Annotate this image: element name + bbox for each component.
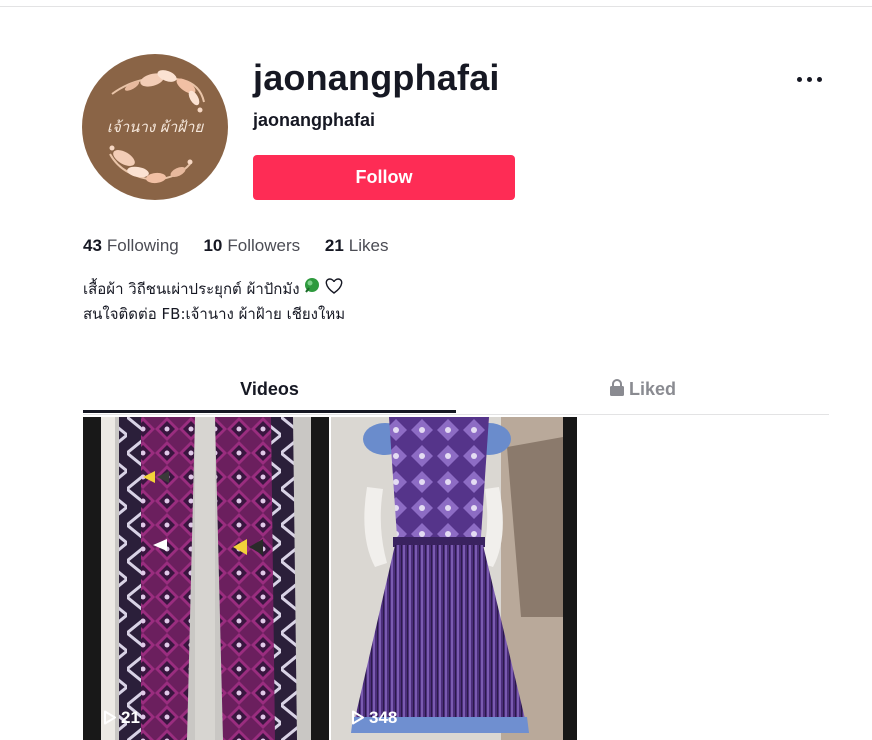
bio-line-1-text: เสื้อผ้า วิถีชนเผ่าประยุกต์ ผ้าปักมัง xyxy=(83,280,300,298)
avatar-logo-text: เจ้านาง ผ้าฝ้าย xyxy=(106,118,204,136)
play-icon xyxy=(104,710,116,725)
followers-stat[interactable]: 10 Followers xyxy=(203,236,300,256)
followers-label: Followers xyxy=(227,236,301,255)
video-view-count: 348 xyxy=(351,708,397,728)
tab-videos[interactable]: Videos xyxy=(83,370,456,413)
video-card[interactable]: 348 xyxy=(331,417,577,740)
profile-nickname: jaonangphafai xyxy=(253,110,376,130)
active-tab-indicator xyxy=(83,410,456,413)
follow-button[interactable]: Follow xyxy=(253,155,515,200)
video-thumbnail xyxy=(331,417,577,740)
top-divider xyxy=(0,6,872,7)
likes-stat: 21 Likes xyxy=(325,236,389,256)
profile-username: jaonangphafai xyxy=(253,57,500,98)
likes-count: 21 xyxy=(324,236,344,255)
video-views: 21 xyxy=(121,708,140,727)
tab-videos-label: Videos xyxy=(240,379,299,399)
profile-stats: 43 Following 10 Followers 21 Likes xyxy=(83,236,408,256)
avatar[interactable]: เจ้านาง ผ้าฝ้าย xyxy=(82,54,228,200)
green-pin-heart-icon xyxy=(305,278,343,294)
more-options-icon[interactable] xyxy=(790,66,830,92)
lock-icon xyxy=(609,379,624,396)
following-label: Following xyxy=(106,236,179,255)
bio-line-1: เสื้อผ้า วิถีชนเผ่าประยุกต์ ผ้าปักมัง xyxy=(83,276,345,303)
tab-liked-label: Liked xyxy=(628,379,676,399)
profile-bio: เสื้อผ้า วิถีชนเผ่าประยุกต์ ผ้าปักมัง สน… xyxy=(83,276,345,326)
profile-tabs: Videos Liked xyxy=(83,370,829,415)
bio-emoji-group xyxy=(304,276,344,303)
followers-count: 10 xyxy=(203,236,223,255)
video-thumbnail xyxy=(83,417,329,740)
tab-liked[interactable]: Liked xyxy=(456,370,829,413)
video-views: 348 xyxy=(369,708,398,727)
following-count: 43 xyxy=(83,236,102,255)
bio-line-2: สนใจติดต่อ FB:เจ้านาง ผ้าฝ้าย เชียงใหม xyxy=(83,305,346,323)
likes-label: Likes xyxy=(348,236,389,255)
video-card[interactable]: 21 xyxy=(83,417,329,740)
following-stat[interactable]: 43 Following xyxy=(83,236,179,256)
play-icon xyxy=(352,710,364,725)
video-view-count: 21 xyxy=(103,708,140,728)
